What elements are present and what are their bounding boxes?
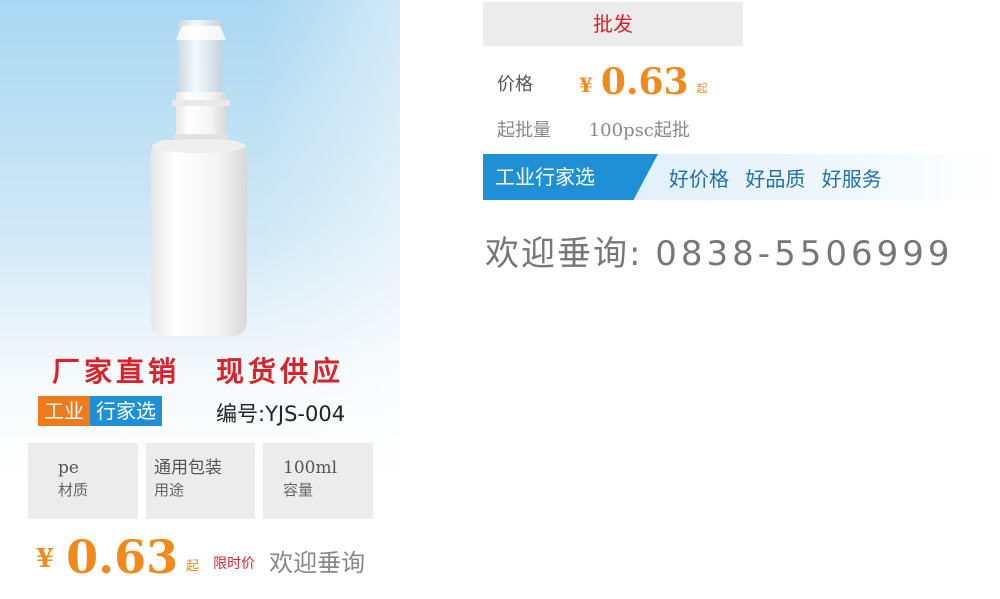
promo-price: ¥ 0.63 起 限时价 欢迎垂询 bbox=[36, 532, 365, 582]
brand-banner-slogans: 好价格 好品质 好服务 bbox=[669, 154, 892, 204]
product-panel: 厂家直销 现货供应 工业 行家选 编号:YJS-004 pe 材质 通用包装 用途… bbox=[0, 0, 400, 599]
moq-value: 100psc起批 bbox=[588, 120, 690, 141]
spec-value: 通用包装 bbox=[154, 458, 222, 478]
contact-phone[interactable]: 0838-5506999 bbox=[655, 234, 953, 274]
brand-banner: 工业行家选 好价格 好品质 好服务 bbox=[483, 154, 1000, 200]
slogan-good-price: 好价格 bbox=[669, 167, 729, 191]
spec-label: 容量 bbox=[283, 481, 314, 499]
contact-line: 欢迎垂询: 0838-5506999 bbox=[485, 226, 954, 275]
price-amount: 0.63 bbox=[66, 530, 179, 584]
limited-time-label: 限时价 bbox=[213, 556, 256, 572]
slogan-good-quality: 好品质 bbox=[745, 167, 806, 191]
slogan: 厂家直销 现货供应 bbox=[52, 350, 344, 390]
currency-symbol: ¥ bbox=[36, 544, 55, 574]
moq-row: 起批量 100psc起批 bbox=[497, 116, 690, 142]
price-amount: 0.63 bbox=[600, 61, 689, 103]
price-row: 价格 ¥ 0.63 起 bbox=[497, 62, 708, 102]
product-code: 编号:YJS-004 bbox=[216, 402, 346, 426]
brand-badge-blue: 行家选 bbox=[90, 396, 162, 426]
wholesale-header: 批发 bbox=[483, 2, 743, 46]
spec-value: pe bbox=[58, 458, 79, 478]
spec-label: 材质 bbox=[58, 481, 89, 499]
brand-banner-tag: 工业行家选 bbox=[483, 154, 658, 200]
price-unit: 起 bbox=[696, 82, 708, 95]
brand-badge: 工业 行家选 bbox=[38, 396, 162, 426]
spec-card-capacity: 100ml 容量 bbox=[263, 443, 373, 519]
spec-label: 用途 bbox=[154, 481, 185, 499]
spec-card-material: pe 材质 bbox=[28, 443, 138, 519]
slogan-good-service: 好服务 bbox=[821, 167, 882, 191]
price-label: 价格 bbox=[497, 74, 533, 95]
pump-bottle-image bbox=[151, 20, 247, 336]
slogan-in-stock: 现货供应 bbox=[216, 355, 345, 388]
slogan-factory-direct: 厂家直销 bbox=[52, 355, 181, 388]
contact-label: 欢迎垂询: bbox=[485, 234, 643, 274]
currency-symbol: ¥ bbox=[579, 73, 593, 97]
moq-label: 起批量 bbox=[497, 120, 551, 141]
price-unit: 起 bbox=[186, 559, 200, 574]
spec-card-usage: 通用包装 用途 bbox=[146, 443, 255, 519]
spec-list: pe 材质 通用包装 用途 100ml 容量 bbox=[28, 443, 373, 519]
brand-badge-orange: 工业 bbox=[38, 396, 90, 426]
spec-value: 100ml bbox=[283, 458, 338, 478]
welcome-inquiry: 欢迎垂询 bbox=[269, 549, 366, 577]
